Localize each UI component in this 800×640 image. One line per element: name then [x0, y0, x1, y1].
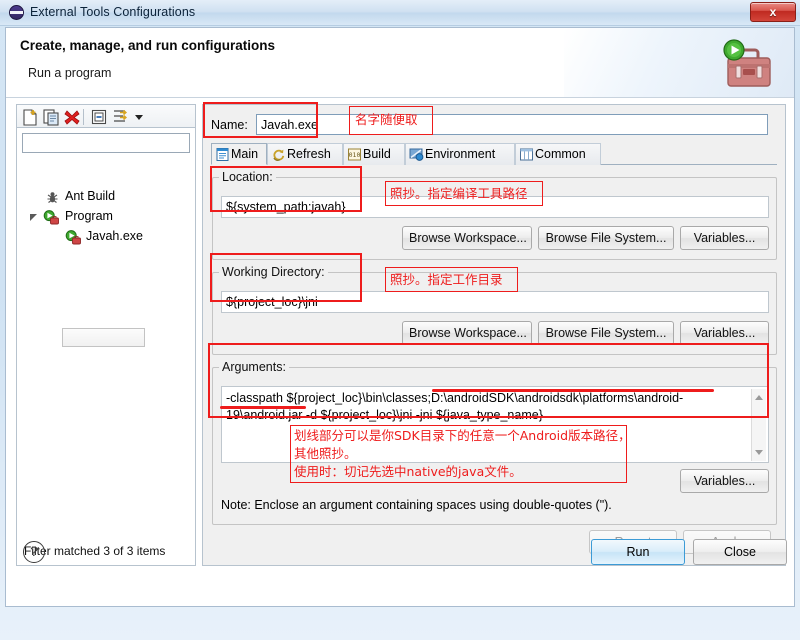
location-input[interactable]: [221, 196, 769, 218]
svg-text:010: 010: [349, 151, 361, 159]
filter-icon[interactable]: [111, 108, 129, 126]
tree-item-label: Javah.exe: [86, 229, 143, 243]
location-browse-file-system-button[interactable]: Browse File System...: [538, 226, 674, 250]
arguments-scrollbar[interactable]: [751, 389, 766, 461]
arguments-label: Arguments:: [219, 360, 289, 374]
filter-text-input[interactable]: [22, 133, 190, 153]
common-tab-icon: [520, 148, 533, 161]
window-close-button[interactable]: x: [750, 2, 796, 22]
expander-expanded-icon[interactable]: [29, 213, 38, 222]
main-tab-icon: [216, 148, 229, 161]
collapse-all-icon[interactable]: [90, 108, 108, 126]
arguments-field-wrapper: -classpath ${project_loc}\bin\classes;D:…: [221, 386, 769, 463]
arguments-variables-button[interactable]: Variables...: [680, 469, 769, 493]
working-directory-browse-workspace-button[interactable]: Browse Workspace...: [402, 321, 532, 345]
scroll-down-arrow-icon[interactable]: [755, 450, 763, 455]
page-title: Create, manage, and run configurations: [20, 38, 276, 53]
scroll-up-arrow-icon[interactable]: [755, 395, 763, 400]
chevron-down-icon[interactable]: [132, 108, 146, 126]
working-directory-browse-file-system-button[interactable]: Browse File System...: [538, 321, 674, 345]
ant-icon: [47, 192, 58, 203]
program-icon: [65, 230, 81, 245]
arguments-note: Note: Enclose an argument containing spa…: [221, 498, 612, 512]
close-button[interactable]: Close: [693, 539, 787, 565]
toolbar-separator: [83, 109, 84, 125]
filter-status-text: Filter matched 3 of 3 items: [24, 544, 166, 558]
tab-label: Refresh: [287, 147, 331, 161]
close-icon: x: [769, 5, 777, 19]
eclipse-circle-icon: [9, 5, 24, 20]
location-group: Location: Browse Workspace... Browse Fil…: [212, 170, 777, 260]
dialog-body: Create, manage, and run configurations R…: [5, 27, 795, 607]
toolbox-with-run-icon: [723, 39, 771, 87]
title-bar: External Tools Configurations x: [0, 0, 800, 26]
working-directory-input[interactable]: [221, 291, 769, 313]
configurations-tree-panel: Ant Build Program Javah.exe Filter match…: [16, 128, 196, 566]
refresh-tab-icon: [273, 149, 285, 161]
tab-common[interactable]: Common: [515, 143, 601, 165]
build-tab-icon: 010: [348, 148, 361, 161]
tree-item-label: Ant Build: [65, 189, 116, 203]
help-button[interactable]: ?: [23, 541, 45, 563]
tab-label: Main: [231, 147, 259, 161]
tab-main[interactable]: Main: [211, 143, 267, 165]
tab-label: Common: [535, 147, 586, 161]
tree-selection-highlight: [62, 328, 145, 347]
delete-configuration-icon[interactable]: [63, 108, 81, 126]
question-mark-icon: ?: [30, 543, 38, 559]
environment-tab-icon: [409, 148, 424, 161]
configurations-toolbar: [16, 104, 196, 128]
working-directory-group: Working Directory: Browse Workspace... B…: [212, 265, 777, 355]
arguments-group: Arguments: -classpath ${project_loc}\bin…: [212, 360, 777, 525]
window-title: External Tools Configurations: [30, 5, 196, 19]
tree-item-label: Program: [65, 209, 113, 223]
location-variables-button[interactable]: Variables...: [680, 226, 769, 250]
name-input[interactable]: [256, 114, 768, 135]
duplicate-configuration-icon[interactable]: [42, 108, 60, 126]
tab-label: Environment: [425, 147, 496, 161]
program-icon: [43, 210, 59, 225]
configuration-editor-panel: Name: Main: [202, 104, 786, 566]
tab-build[interactable]: 010 Build: [343, 143, 405, 165]
tab-environment[interactable]: Environment: [405, 143, 515, 165]
tab-bar: Main Refresh 010 Build Environment Commo…: [211, 143, 777, 165]
tab-refresh[interactable]: Refresh: [267, 143, 343, 165]
location-browse-workspace-button[interactable]: Browse Workspace...: [402, 226, 532, 250]
page-subtitle: Run a program: [28, 66, 112, 80]
tab-label: Build: [363, 147, 391, 161]
new-configuration-icon[interactable]: [21, 108, 39, 126]
dialog-header: Create, manage, and run configurations R…: [6, 28, 794, 98]
location-label: Location:: [219, 170, 276, 184]
working-directory-variables-button[interactable]: Variables...: [680, 321, 769, 345]
application-window: External Tools Configurations x Create, …: [0, 0, 800, 640]
run-button[interactable]: Run: [591, 539, 685, 565]
arguments-textarea[interactable]: -classpath ${project_loc}\bin\classes;D:…: [222, 387, 752, 462]
working-directory-label: Working Directory:: [219, 265, 328, 279]
name-label: Name:: [211, 118, 248, 132]
